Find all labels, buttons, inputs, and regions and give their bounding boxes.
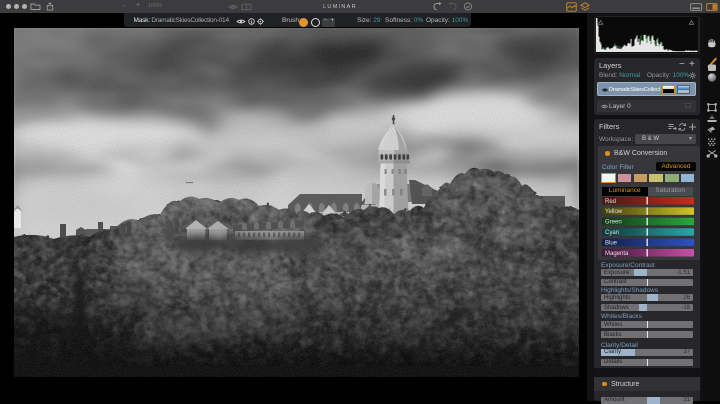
svg-text:Red: Red [605, 199, 616, 205]
svg-text:Cyan: Cyan [605, 230, 619, 236]
svg-text:Magenta: Magenta [605, 251, 629, 257]
svg-text:Green: Green [605, 220, 622, 226]
svg-text:Blue: Blue [605, 240, 618, 246]
svg-text:Yellow: Yellow [605, 209, 623, 215]
